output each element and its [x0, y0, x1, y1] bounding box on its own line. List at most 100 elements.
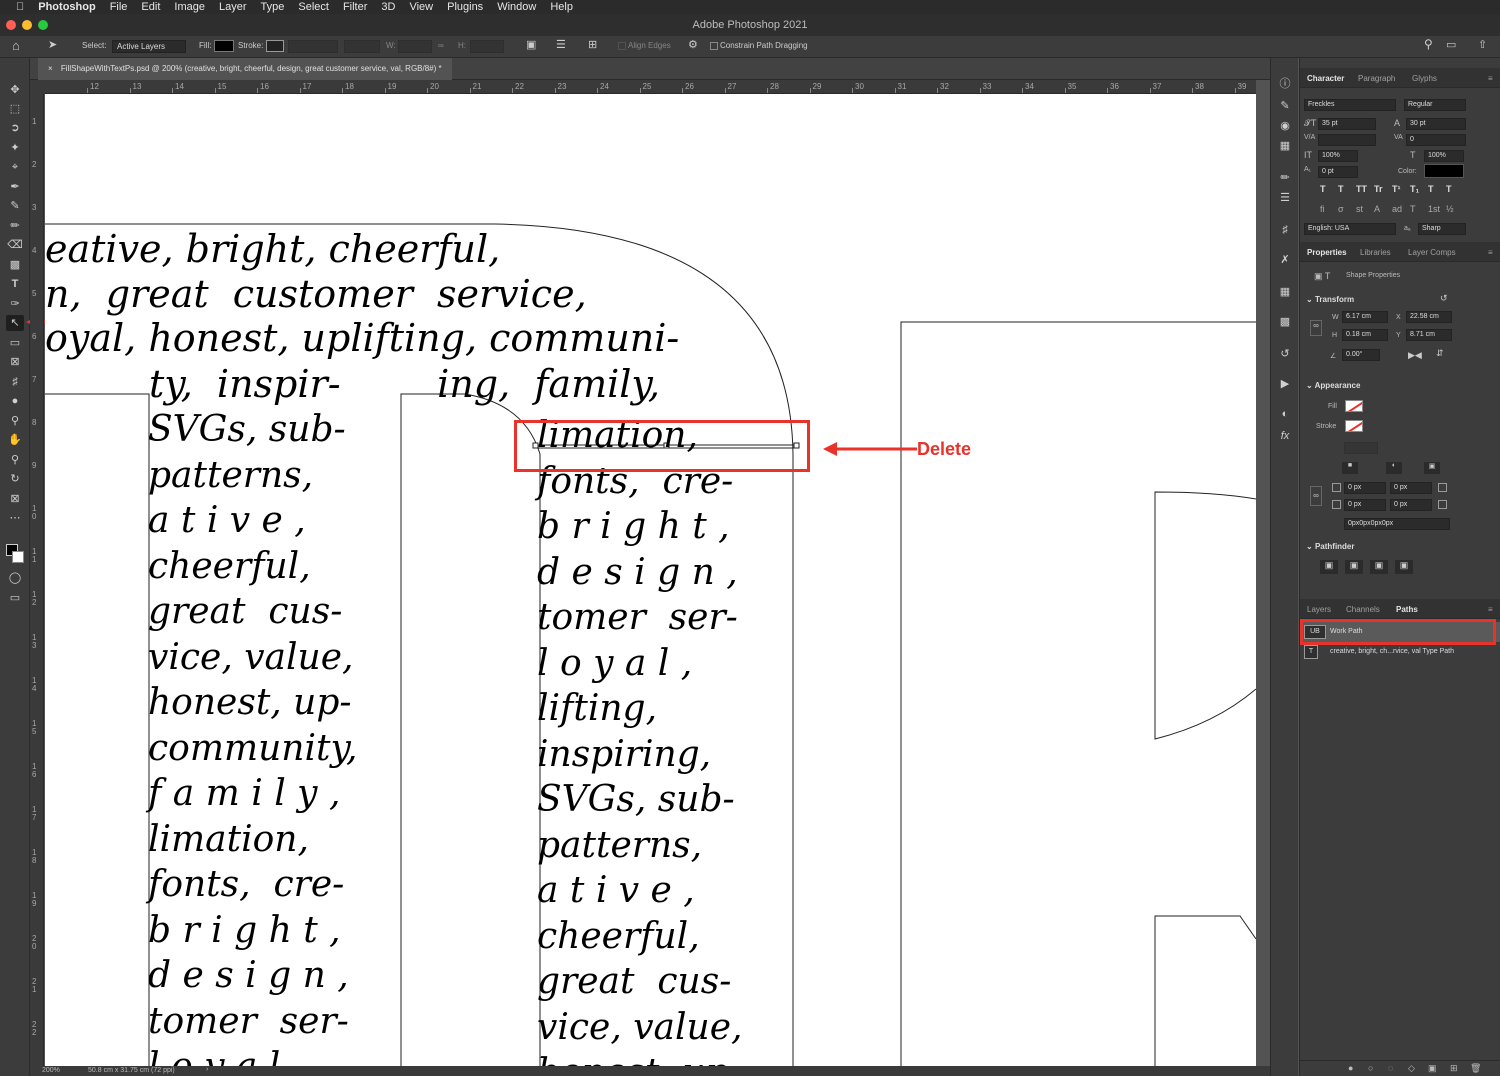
path-arrangement-icon[interactable]: ⊞: [588, 38, 597, 51]
menu-type[interactable]: Type: [261, 1, 285, 13]
tool-presets-icon[interactable]: ✗: [1277, 252, 1293, 268]
radius-tr-field[interactable]: 0 px: [1390, 482, 1432, 494]
x-field[interactable]: 22.58 cm: [1406, 311, 1452, 323]
opentype-button[interactable]: ad: [1392, 204, 1402, 214]
menu-window[interactable]: Window: [497, 1, 536, 13]
zoom-window-button[interactable]: [38, 20, 48, 30]
share-icon[interactable]: ⇧: [1478, 38, 1487, 51]
tab-libraries[interactable]: Libraries: [1360, 248, 1391, 257]
path-alignment-icon[interactable]: ☰: [556, 38, 566, 51]
pathfinder-intersect-icon[interactable]: ▣: [1370, 560, 1388, 574]
healing-brush-tool-icon[interactable]: ✎: [6, 198, 24, 214]
gradient-tool-icon[interactable]: ▩: [6, 257, 24, 273]
flip-vertical-icon[interactable]: ⇵: [1436, 348, 1444, 359]
apple-icon[interactable]: : [16, 1, 24, 13]
eyedropper-tool-icon[interactable]: ✒: [6, 179, 24, 195]
reset-icon[interactable]: ↺: [1440, 293, 1448, 304]
type-style-button[interactable]: TT: [1356, 184, 1367, 194]
stroke-align-icon[interactable]: ▣: [1424, 462, 1440, 474]
stroke-cap-icon[interactable]: ◐: [1386, 462, 1402, 474]
history-icon[interactable]: ↺: [1277, 346, 1293, 362]
radius-link-icon[interactable]: ∞: [1310, 486, 1322, 506]
workspace-icon[interactable]: ▭: [1446, 38, 1456, 51]
close-window-button[interactable]: [6, 20, 16, 30]
stroke-path-icon[interactable]: ○: [1368, 1063, 1373, 1073]
search-icon[interactable]: ⚲: [1424, 37, 1433, 51]
fill-swatch[interactable]: [214, 40, 234, 52]
close-doc-icon[interactable]: ×: [48, 64, 53, 73]
menu-file[interactable]: File: [110, 1, 128, 13]
document-tab[interactable]: × FillShapeWithTextPs.psd @ 200% (creati…: [38, 58, 452, 80]
more-tools-icon[interactable]: ⋯: [6, 510, 24, 526]
eraser-tool-icon[interactable]: ⌫: [6, 237, 24, 253]
frame-tool-icon[interactable]: ⊠: [6, 354, 24, 370]
type-style-button[interactable]: T: [1428, 184, 1434, 194]
color-icon[interactable]: ◐: [1277, 406, 1293, 422]
radius-tl-field[interactable]: 0 px: [1344, 482, 1386, 494]
language-dropdown[interactable]: English: USA: [1304, 223, 1396, 235]
type-style-button[interactable]: Tr: [1374, 184, 1383, 194]
gradients-icon[interactable]: ▩: [1277, 314, 1293, 330]
crop-tool-icon[interactable]: ⌖: [6, 159, 24, 175]
type-tool-icon[interactable]: T: [6, 276, 24, 292]
info-icon[interactable]: ⓘ: [1277, 76, 1293, 92]
radius-bl-field[interactable]: 0 px: [1344, 499, 1386, 511]
menu-edit[interactable]: Edit: [141, 1, 160, 13]
tab-paths[interactable]: Paths: [1396, 605, 1418, 614]
path-selection-tool-icon[interactable]: ➤: [48, 38, 57, 51]
panel-menu-icon[interactable]: ≡: [1488, 248, 1493, 257]
type-style-button[interactable]: T: [1320, 184, 1326, 194]
lasso-tool-icon[interactable]: ➲: [6, 120, 24, 136]
panel-menu-icon[interactable]: ≡: [1488, 74, 1493, 83]
tab-character[interactable]: Character: [1307, 74, 1344, 83]
font-style-dropdown[interactable]: Regular: [1404, 99, 1466, 111]
align-edges-checkbox[interactable]: [618, 42, 626, 50]
document-canvas[interactable]: eative, bright, cheerful, n, great custom…: [45, 94, 1256, 1066]
actions-icon[interactable]: ▶: [1277, 376, 1293, 392]
stroke-type-dropdown[interactable]: [344, 40, 380, 53]
opentype-button[interactable]: ½: [1446, 204, 1454, 214]
stroke-swatch[interactable]: [1345, 420, 1363, 432]
antialias-dropdown[interactable]: Sharp: [1418, 223, 1466, 235]
menu-layer[interactable]: Layer: [219, 1, 247, 13]
styles-icon[interactable]: fx: [1277, 428, 1293, 444]
brushes-icon[interactable]: ✎: [1277, 98, 1293, 114]
minimize-window-button[interactable]: [22, 20, 32, 30]
tab-glyphs[interactable]: Glyphs: [1412, 74, 1437, 83]
baseline-shift-field[interactable]: 0 pt: [1318, 166, 1358, 178]
menu-plugins[interactable]: Plugins: [447, 1, 483, 13]
artboard-tool-icon[interactable]: ⊠: [6, 491, 24, 507]
type-style-button[interactable]: T¹: [1392, 184, 1401, 194]
make-work-path-icon[interactable]: ◇: [1408, 1063, 1415, 1074]
menu-image[interactable]: Image: [174, 1, 205, 13]
zoom-level[interactable]: 200%: [42, 1067, 60, 1074]
menu-help[interactable]: Help: [550, 1, 573, 13]
height-field[interactable]: 0.18 cm: [1342, 329, 1388, 341]
screen-mode-icon[interactable]: ▭: [6, 590, 24, 606]
y-field[interactable]: 8.71 cm: [1406, 329, 1452, 341]
pen-tool-icon[interactable]: ✑: [6, 296, 24, 312]
rectangle-tool-icon[interactable]: ▭: [6, 335, 24, 351]
radius-br-field[interactable]: 0 px: [1390, 499, 1432, 511]
font-family-dropdown[interactable]: Freckles: [1304, 99, 1396, 111]
panel-menu-icon[interactable]: ≡: [1488, 605, 1493, 614]
home-icon[interactable]: ⌂: [12, 38, 20, 53]
trash-icon[interactable]: 🗑: [1470, 1063, 1481, 1074]
3d-icon[interactable]: ◉: [1277, 118, 1293, 134]
w-field[interactable]: [398, 40, 432, 53]
menu-select[interactable]: Select: [298, 1, 329, 13]
type-style-button[interactable]: T: [1338, 184, 1344, 194]
stroke-width-field[interactable]: [288, 40, 338, 53]
menu-3d[interactable]: 3D: [381, 1, 395, 13]
rotate-view-tool-icon[interactable]: ↻: [6, 471, 24, 487]
load-selection-icon[interactable]: ◌: [1388, 1063, 1393, 1073]
gear-icon[interactable]: ⚙: [688, 38, 698, 51]
menu-app[interactable]: Photoshop: [38, 1, 95, 13]
quick-mask-icon[interactable]: ◯: [6, 570, 24, 586]
opentype-button[interactable]: 1st: [1428, 204, 1440, 214]
clone-source-icon[interactable]: ♯: [1277, 222, 1293, 238]
opentype-button[interactable]: T: [1410, 204, 1416, 214]
stamp-tool-icon[interactable]: ♯: [6, 374, 24, 390]
link-icon[interactable]: ∞: [438, 41, 444, 50]
swatches-icon[interactable]: ▦: [1277, 284, 1293, 300]
